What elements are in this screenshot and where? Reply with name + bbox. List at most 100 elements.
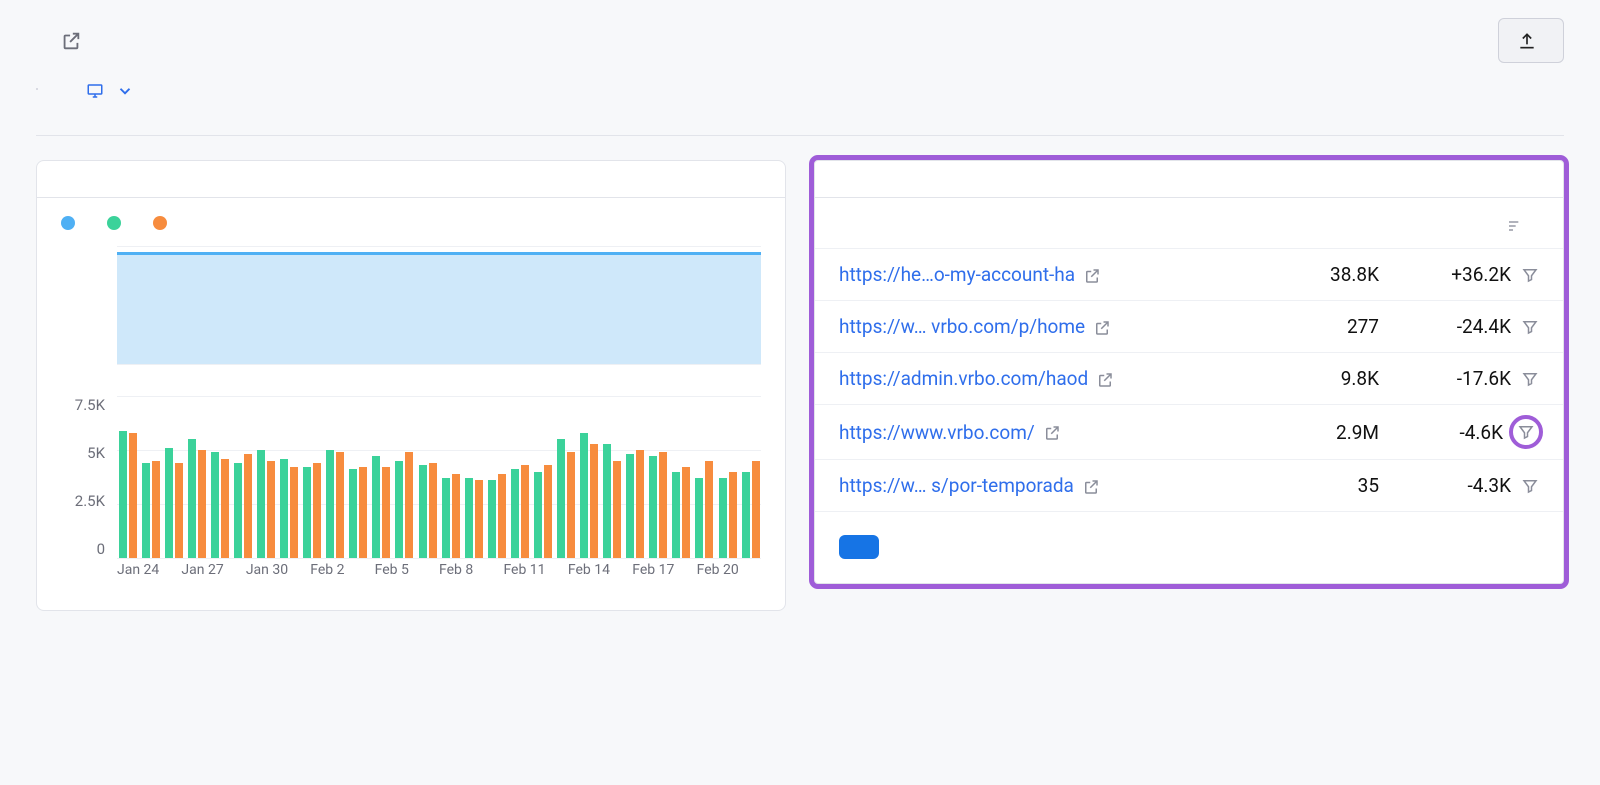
top-page-changes-panel: https://he…o-my-account-ha 38.8K +36.2K … [814,160,1564,584]
external-link-icon[interactable] [1093,315,1111,338]
traffic-area-fill [117,252,761,364]
bar-pair [186,396,207,558]
bar-declined [244,454,252,558]
traffic-diff-value: +36.2K [1451,263,1511,286]
top-changes-table: https://he…o-my-account-ha 38.8K +36.2K … [815,198,1563,512]
table-row: https://w… s/por-temporada 35 -4.3K [815,460,1563,512]
bar-declined [613,461,621,558]
x-tick: Feb 20 [697,562,761,586]
filter-icon[interactable] [1521,266,1539,284]
bar-declined [267,461,275,558]
bar-pair [209,396,230,558]
bar-improved [119,431,127,558]
y-tick: 0 [61,540,105,558]
traffic-value: 9.8K [1259,367,1379,390]
traffic-area-chart [61,242,761,382]
sort-desc-icon [1507,218,1523,234]
device-value-button[interactable] [86,77,134,101]
x-tick: Jan 27 [181,562,245,586]
bar-pair [532,396,553,558]
bar-improved [188,439,196,558]
bar-pair [279,396,300,558]
bar-improved [303,467,311,558]
bar-improved [649,456,657,558]
bar-improved [695,478,703,558]
url-link[interactable]: https://w… s/por-temporada [839,474,1100,497]
bar-pair [302,396,323,558]
legend-declined[interactable] [153,216,175,230]
view-full-report-button[interactable] [839,535,879,559]
bar-declined [175,463,183,558]
dot-icon [153,216,167,230]
bar-improved [257,450,265,558]
bar-improved [211,452,219,558]
bar-declined [475,480,483,558]
traffic-value: 38.8K [1259,263,1379,286]
bar-pair [579,396,600,558]
url-link[interactable]: https://admin.vrbo.com/haod [839,367,1114,390]
external-link-icon[interactable] [1083,263,1101,286]
col-diff-header[interactable] [1379,218,1539,234]
url-link[interactable]: https://www.vrbo.com/ [839,421,1061,444]
country-pill-group [36,88,38,90]
bar-pair [163,396,184,558]
bar-pair [555,396,576,558]
bar-pair [232,396,253,558]
external-link-icon[interactable] [1043,421,1061,444]
bar-declined [198,450,206,558]
url-link[interactable]: https://he…o-my-account-ha [839,263,1101,286]
bar-pair [717,396,738,558]
upload-icon [1517,29,1537,52]
chevron-down-icon [116,77,134,101]
bar-pair [255,396,276,558]
dot-icon [61,216,75,230]
table-header [815,198,1563,249]
bar-pair [671,396,692,558]
x-tick: Feb 14 [568,562,632,586]
bar-declined [405,452,413,558]
bar-improved [165,448,173,558]
traffic-value: 2.9M [1259,421,1379,444]
bar-pair [509,396,530,558]
external-link-icon[interactable] [1096,367,1114,390]
device-selector [78,77,134,101]
bar-declined [567,452,575,558]
export-pdf-button[interactable] [1498,18,1564,63]
bar-improved [719,478,727,558]
y-tick: 5K [61,444,105,462]
bar-pair [394,396,415,558]
filter-icon[interactable] [1521,318,1539,336]
bar-improved [419,465,427,558]
bar-pair [348,396,369,558]
x-tick: Feb 17 [632,562,696,586]
bar-improved [326,450,334,558]
traffic-diff-value: -24.4K [1457,315,1511,338]
bar-pair [740,396,761,558]
legend-improved[interactable] [107,216,129,230]
bar-pair [371,396,392,558]
bar-improved [142,463,150,558]
external-link-icon[interactable] [1082,474,1100,497]
filter-icon[interactable] [1521,477,1539,495]
bar-improved [511,469,519,558]
filter-icon[interactable] [1521,370,1539,388]
bar-declined [452,474,460,558]
url-link[interactable]: https://w… vrbo.com/p/home [839,315,1111,338]
external-link-icon[interactable] [60,30,82,52]
bar-declined [521,465,529,558]
bar-improved [672,472,680,558]
bar-pair [117,396,138,558]
bar-improved [234,463,242,558]
legend-traffic[interactable] [61,216,83,230]
bar-pair [694,396,715,558]
traffic-diff-value: -4.6K [1459,421,1503,444]
filter-icon[interactable] [1513,419,1539,445]
bar-declined [129,433,137,558]
traffic-diff-value: -17.6K [1457,367,1511,390]
bar-improved [580,433,588,558]
table-row: https://www.vrbo.com/ 2.9M -4.6K [815,405,1563,460]
bar-declined [313,463,321,558]
bar-improved [372,456,380,558]
subheader [36,77,1564,101]
bar-improved [442,478,450,558]
